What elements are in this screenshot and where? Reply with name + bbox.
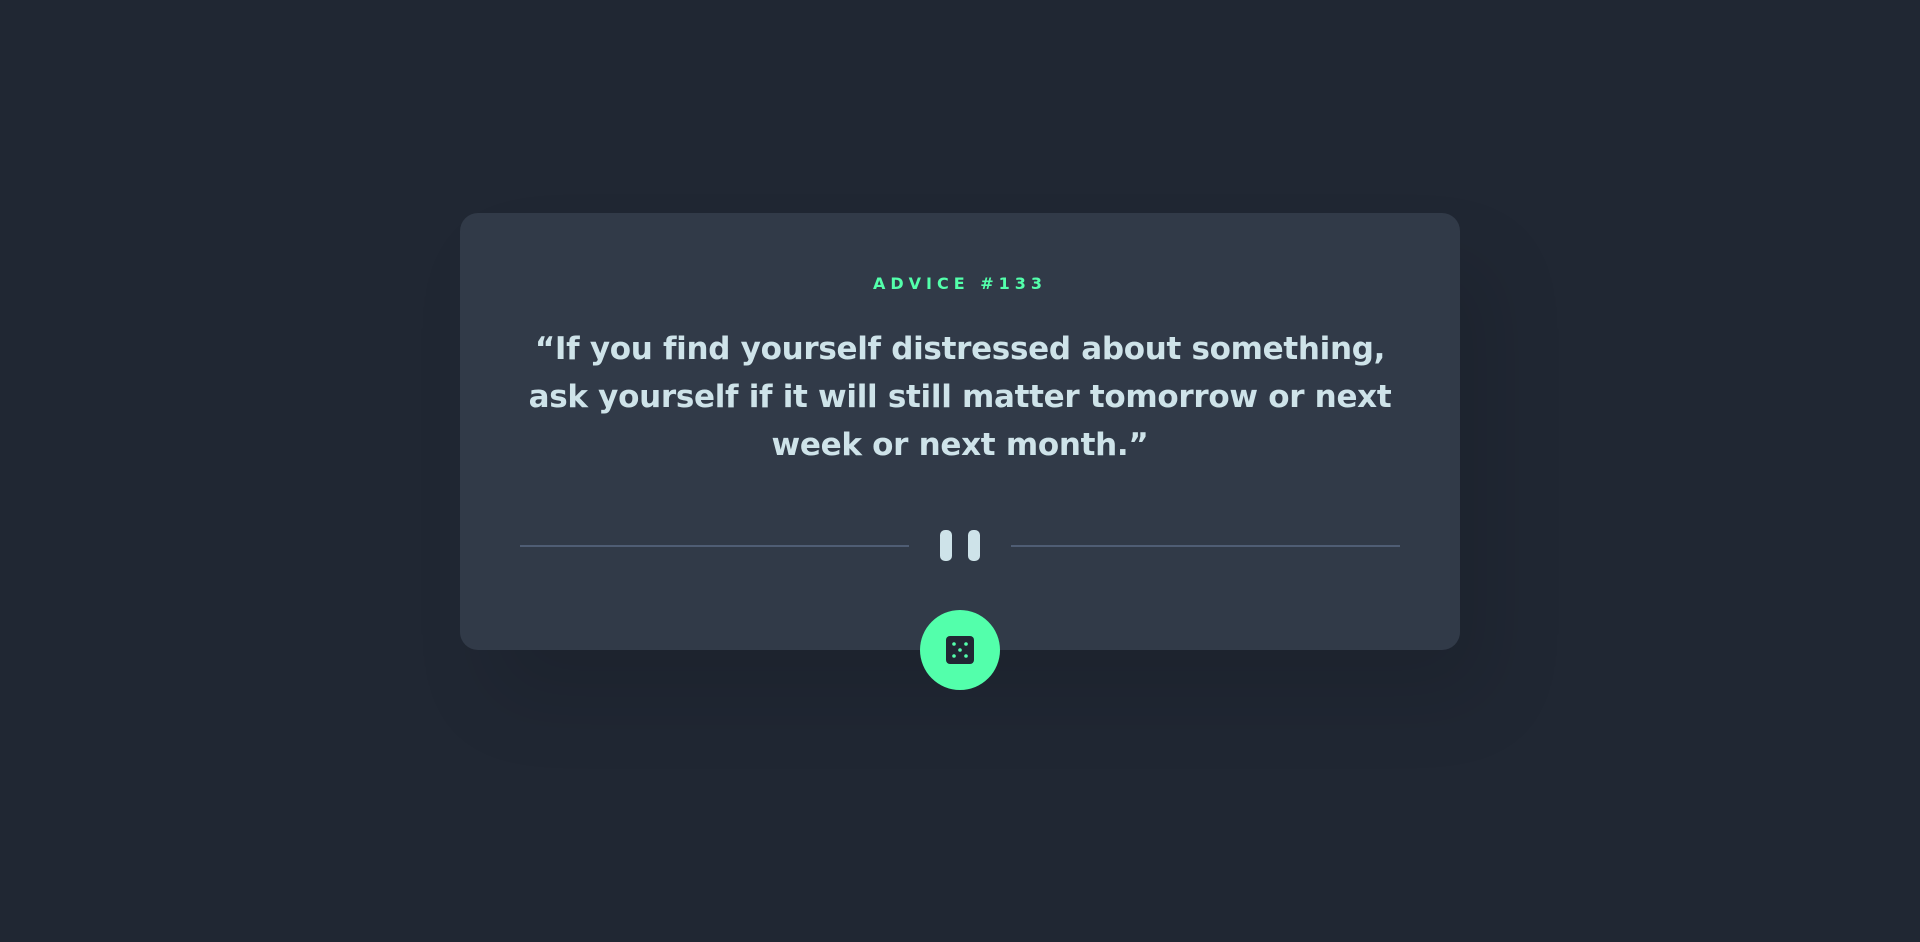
new-advice-button[interactable] [920,610,1000,690]
divider-line-left [520,545,909,547]
page: ADVICE #133 “If you find yourself distre… [0,0,1920,942]
pause-icon [940,528,980,562]
pattern-divider [520,528,1400,562]
advice-card: ADVICE #133 “If you find yourself distre… [460,213,1460,650]
advice-quote: “If you find yourself distressed about s… [528,331,1392,463]
dice-icon [946,636,974,664]
advice-id-label: ADVICE #133 [872,274,1048,293]
divider-line-right [1011,545,1400,547]
